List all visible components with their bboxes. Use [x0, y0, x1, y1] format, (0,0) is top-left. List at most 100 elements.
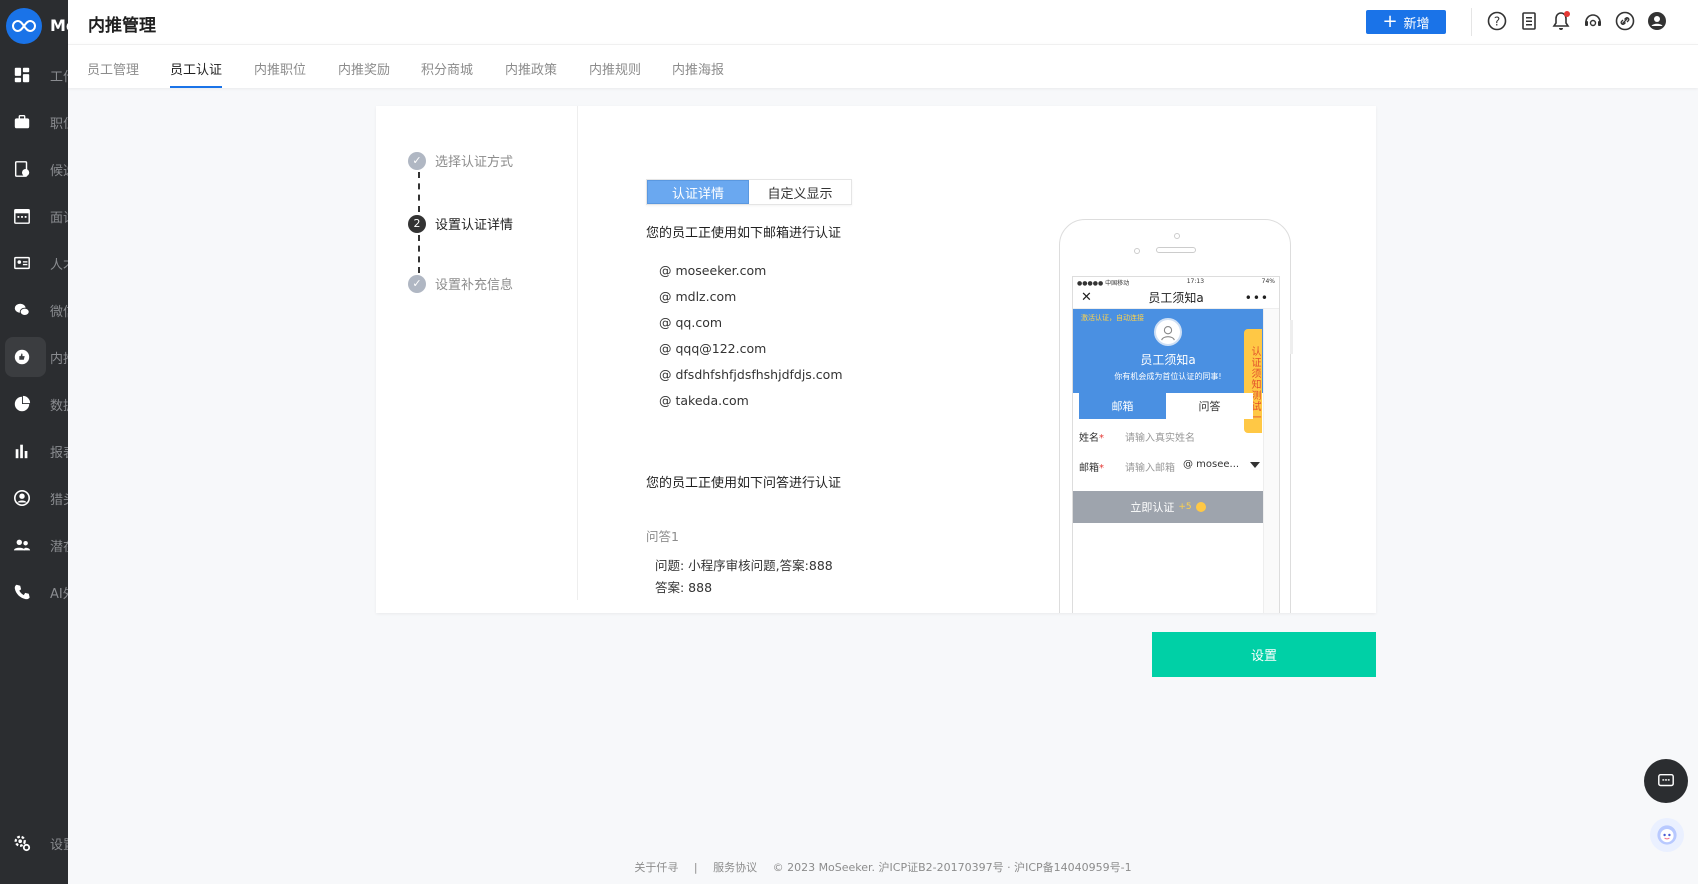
toggle-custom-display[interactable]: 自定义显示 [749, 180, 851, 204]
name-placeholder: 请输入真实姓名 [1125, 433, 1195, 444]
tab-referral-policy[interactable]: 内推政策 [505, 59, 557, 78]
coin-icon [1195, 502, 1206, 512]
settings-icon [12, 833, 32, 853]
sidebar: Mo 工作台 职位 候选人 面试 人才 微信 内推 数据 报表 猎头 潜在 [0, 0, 68, 884]
sidebar-item-talent[interactable]: 人才 [0, 243, 68, 283]
sidebar-item-jobs[interactable]: 职位 [0, 102, 68, 142]
sidebar-item-label: 设置 [50, 837, 68, 853]
email-domain-item: @ moseeker.com [659, 263, 767, 278]
sidebar-item-label: 潜在 [50, 539, 68, 555]
footer-terms-link[interactable]: 服务协议 [713, 861, 757, 874]
calendar-icon [12, 206, 32, 226]
check-icon: ✓ [408, 274, 426, 293]
dashboard-icon [12, 65, 32, 85]
email-domain-item: @ mdlz.com [659, 289, 737, 304]
tab-referral-rewards[interactable]: 内推奖励 [338, 59, 390, 78]
sidebar-item-label: 报表 [50, 445, 68, 461]
phone-side-button [1290, 320, 1293, 354]
sidebar-item-headhunter[interactable]: 猎头 [0, 478, 68, 518]
sidebar-item-label: 工作台 [50, 69, 68, 85]
close-icon: ✕ [1081, 290, 1092, 305]
active-tab-underline [170, 86, 222, 88]
tab-referral-jobs[interactable]: 内推职位 [254, 59, 306, 78]
email-label: 邮箱 [1079, 463, 1099, 474]
name-label: 姓名 [1079, 433, 1099, 444]
sidebar-item-label: 职位 [50, 116, 68, 132]
user-avatar-icon[interactable] [1646, 10, 1668, 32]
tab-points-mall[interactable]: 积分商城 [421, 59, 473, 78]
phone-method-tabs: 邮箱 问答 [1079, 393, 1253, 419]
tab-employee-verification[interactable]: 员工认证 [170, 59, 222, 78]
sidebar-item-settings[interactable]: 设置 [0, 823, 68, 863]
banner-tip: 激活认证，自动连接 [1081, 314, 1144, 322]
sidebar-item-potential[interactable]: 潜在 [0, 525, 68, 565]
phone-preview: ●●●●● 中国移动 17:13 74% ✕ 员工须知a ••• 激活认证，自动… [1059, 219, 1293, 613]
sidebar-item-label: 内推 [50, 351, 68, 367]
phone-camera [1174, 233, 1180, 239]
people-icon [12, 535, 32, 555]
tab-referral-posters[interactable]: 内推海报 [672, 59, 724, 78]
candidate-icon [12, 159, 32, 179]
email-domain-item: @ dfsdhfshfjdsfhshjdfdjs.com [659, 367, 843, 382]
link-icon[interactable] [1614, 10, 1636, 32]
sidebar-item-data[interactable]: 数据 [0, 384, 68, 424]
sidebar-item-referral[interactable]: 内推 [5, 337, 68, 377]
phone-speaker [1156, 247, 1196, 253]
footer-separator: | [693, 861, 698, 874]
moseeker-logo-icon[interactable] [6, 8, 42, 44]
tab-employee-management[interactable]: 员工管理 [87, 59, 139, 78]
phone-navbar: ✕ 员工须知a ••• [1073, 287, 1279, 309]
qa-question: 问题: 小程序审核问题,答案:888 [655, 558, 833, 573]
step-select-method[interactable]: ✓ 选择认证方式 [408, 151, 513, 170]
check-icon: ✓ [408, 151, 426, 170]
phone-name-field: 姓名* 请输入真实姓名 [1079, 429, 1195, 444]
sidebar-item-wechat[interactable]: 微信 [0, 290, 68, 330]
view-toggle: 认证详情 自定义显示 [646, 179, 852, 205]
phone-nav-title: 员工须知a [1148, 291, 1204, 305]
banner-name: 员工须知a [1140, 353, 1196, 367]
help-icon[interactable]: ? [1486, 10, 1508, 32]
status-carrier: ●●●●● 中国移动 [1077, 280, 1130, 287]
document-icon[interactable] [1518, 10, 1540, 32]
tab-referral-rules[interactable]: 内推规则 [589, 59, 641, 78]
phone-scroll-track [1263, 309, 1279, 613]
sidebar-item-candidates[interactable]: 候选人 [0, 149, 68, 189]
phone-tab-qa: 问答 [1166, 393, 1253, 419]
assistant-bot-button[interactable] [1650, 818, 1684, 852]
footer-about-link[interactable]: 关于仟寻 [634, 861, 678, 874]
sidebar-item-reports[interactable]: 报表 [0, 431, 68, 471]
phone-domain-select: @ mosee... [1183, 459, 1261, 470]
phone-icon [12, 582, 32, 602]
qa-section-title: 您的员工正使用如下问答进行认证 [646, 476, 842, 491]
toggle-verification-details[interactable]: 认证详情 [647, 180, 749, 204]
step-label: 设置认证详情 [435, 218, 514, 233]
svg-text:?: ? [1494, 15, 1500, 29]
footer: 关于仟寻 | 服务协议 © 2023 MoSeeker. 沪ICP证B2-201… [0, 859, 1698, 875]
add-button[interactable]: + 新增 [1366, 10, 1446, 34]
email-domain-item: @ takeda.com [659, 393, 749, 408]
logo-text: Mo [50, 16, 68, 35]
sidebar-item-dashboard[interactable]: 工作台 [0, 55, 68, 95]
step-supplement-info[interactable]: ✓ 设置补充信息 [408, 274, 513, 293]
sidebar-item-label: 人才 [50, 257, 68, 273]
email-domain-item: @ qq.com [659, 315, 723, 330]
sidebar-item-label: 候选人 [50, 163, 68, 179]
bell-icon[interactable] [1550, 10, 1572, 32]
sidebar-item-interviews[interactable]: 面试 [0, 196, 68, 236]
phone-tab-email: 邮箱 [1079, 393, 1166, 419]
chat-button[interactable] [1644, 759, 1688, 803]
settings-button[interactable]: 设置 [1152, 632, 1376, 677]
support-icon[interactable] [1582, 10, 1604, 32]
status-time: 17:13 [1186, 278, 1205, 285]
sidebar-item-label: 数据 [50, 398, 68, 414]
status-battery: 74% [1261, 278, 1275, 285]
step-set-details[interactable]: 2 设置认证详情 [408, 214, 513, 233]
verify-label: 立即认证 [1130, 501, 1175, 514]
domain-select-value: @ mosee... [1183, 459, 1240, 470]
plus-icon: + [1382, 11, 1398, 32]
sidebar-item-label: 面试 [50, 210, 68, 226]
more-icon: ••• [1244, 290, 1269, 305]
notification-dot [1564, 11, 1570, 17]
phone-email-field: 邮箱* 请输入邮箱 [1079, 459, 1175, 474]
sidebar-item-ai-call[interactable]: AI外呼 [0, 572, 68, 612]
